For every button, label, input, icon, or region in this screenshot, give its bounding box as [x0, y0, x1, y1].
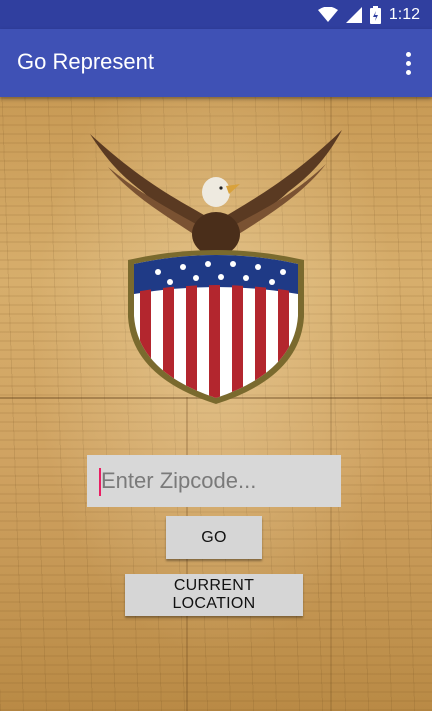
cell-signal-icon	[345, 6, 362, 23]
battery-icon	[369, 5, 381, 24]
main-content: GO CURRENT LOCATION	[0, 97, 432, 711]
go-button[interactable]: GO	[166, 516, 262, 559]
current-location-button[interactable]: CURRENT LOCATION	[125, 574, 303, 616]
app-title: Go Represent	[17, 49, 154, 74]
overflow-menu-icon[interactable]	[396, 47, 420, 79]
wifi-icon	[317, 6, 338, 22]
zipcode-input[interactable]	[87, 455, 341, 507]
status-time: 1:12	[388, 5, 420, 23]
text-caret	[99, 468, 101, 496]
status-bar: 1:12	[0, 0, 432, 29]
app-bar: Go Represent	[0, 29, 432, 97]
status-icons: 1:12	[317, 4, 420, 25]
eagle-shield-emblem	[90, 130, 342, 404]
